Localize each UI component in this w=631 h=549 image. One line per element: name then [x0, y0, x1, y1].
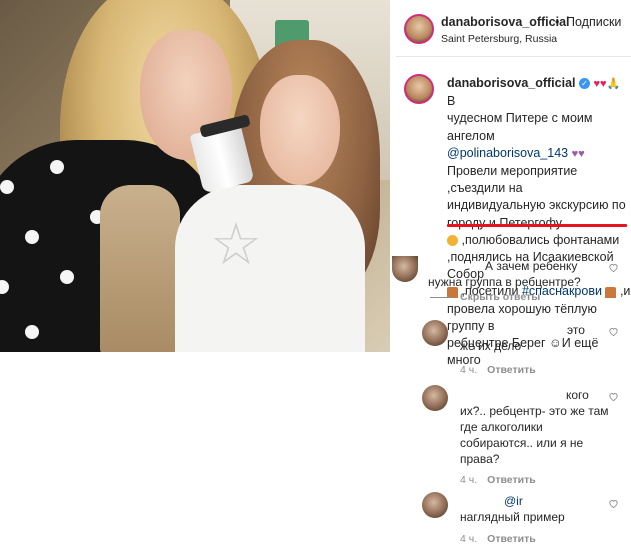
comment-avatar[interactable] [392, 256, 418, 282]
author-avatar[interactable] [404, 14, 434, 44]
like-heart-icon[interactable] [608, 262, 619, 273]
caption-line7: ,полюбовались фонтанами [461, 232, 620, 247]
comment-age: 4 ч. [460, 364, 478, 376]
photo-girl-shirt [175, 185, 365, 352]
follow-button[interactable]: Подписки [566, 15, 621, 29]
caption-avatar[interactable] [404, 74, 434, 104]
author-username[interactable]: danaborisova_official [441, 15, 570, 29]
header-divider [396, 56, 631, 57]
comment-text: же их дело [460, 339, 522, 353]
caption-line1-after: В [447, 94, 456, 109]
comment-meta: 4 ч. Ответить [460, 364, 536, 376]
comment-age: 4 ч. [460, 533, 478, 545]
comment-text: это [567, 323, 585, 337]
caption-line9-post: ,и [619, 284, 631, 299]
comment-avatar[interactable] [422, 385, 448, 411]
caption-username[interactable]: danaborisova_official [447, 76, 576, 90]
caption-mention-emojis: ♥♥ [571, 147, 585, 160]
photo-bag [100, 185, 180, 352]
comment-text: кого [566, 388, 589, 402]
caption-line10: провела хорошую тёплую группу в [447, 301, 597, 333]
reply-button[interactable]: Ответить [487, 474, 536, 486]
comment-meta: 4 ч. Ответить [460, 474, 536, 486]
caption-emojis: ♥♥🙏 [593, 78, 621, 90]
comment-age: 4 ч. [460, 474, 478, 486]
caption-line5: индивидуальную экскурсию по [447, 198, 626, 213]
post-location[interactable]: Saint Petersburg, Russia [441, 33, 557, 45]
caption-line4: Провели мероприятие ,съездили на [447, 164, 578, 196]
comment-text: собираются.. или я не [460, 436, 584, 450]
comment-mention-link[interactable]: @ir [504, 494, 523, 508]
comment-meta: 4 ч. Ответить [460, 533, 536, 545]
caption-line2: чудесном Питере с моим ангелом [447, 111, 593, 143]
caption-mention-link[interactable]: @polinaborisova_143 [447, 146, 568, 160]
comment-text: где алкоголики [460, 420, 543, 434]
comment-text: нужна группа в ребцентре? [428, 275, 581, 289]
post-caption: danaborisova_official ✓ ♥♥🙏 В чудесном П… [447, 75, 631, 369]
comment-avatar[interactable] [422, 320, 448, 346]
reply-button[interactable]: Ответить [487, 364, 536, 376]
reply-button[interactable]: Ответить [487, 533, 536, 545]
verified-badge-icon: ✓ [579, 78, 590, 90]
church-emoji-icon [605, 286, 617, 298]
comment-mention: @ir [504, 493, 523, 510]
header-separator: • [555, 15, 560, 29]
photo-girl-face [260, 75, 340, 185]
comment-avatar[interactable] [422, 492, 448, 518]
comment-text: наглядный пример [460, 510, 565, 524]
like-heart-icon[interactable] [608, 326, 619, 337]
hide-replies-button[interactable]: Скрыть ответы [430, 291, 540, 303]
comment-text: А зачем ребенку [485, 259, 578, 273]
like-heart-icon[interactable] [608, 498, 619, 509]
smile-emoji-icon [447, 235, 458, 247]
comment-text: их?.. ребцентр- это же там [460, 404, 609, 418]
like-heart-icon[interactable] [608, 391, 619, 402]
comment-text: права? [460, 452, 500, 466]
post-photo[interactable]: ☆ [0, 0, 390, 352]
photo-shirt-star: ☆ [210, 212, 262, 277]
highlight-underline [447, 224, 627, 227]
